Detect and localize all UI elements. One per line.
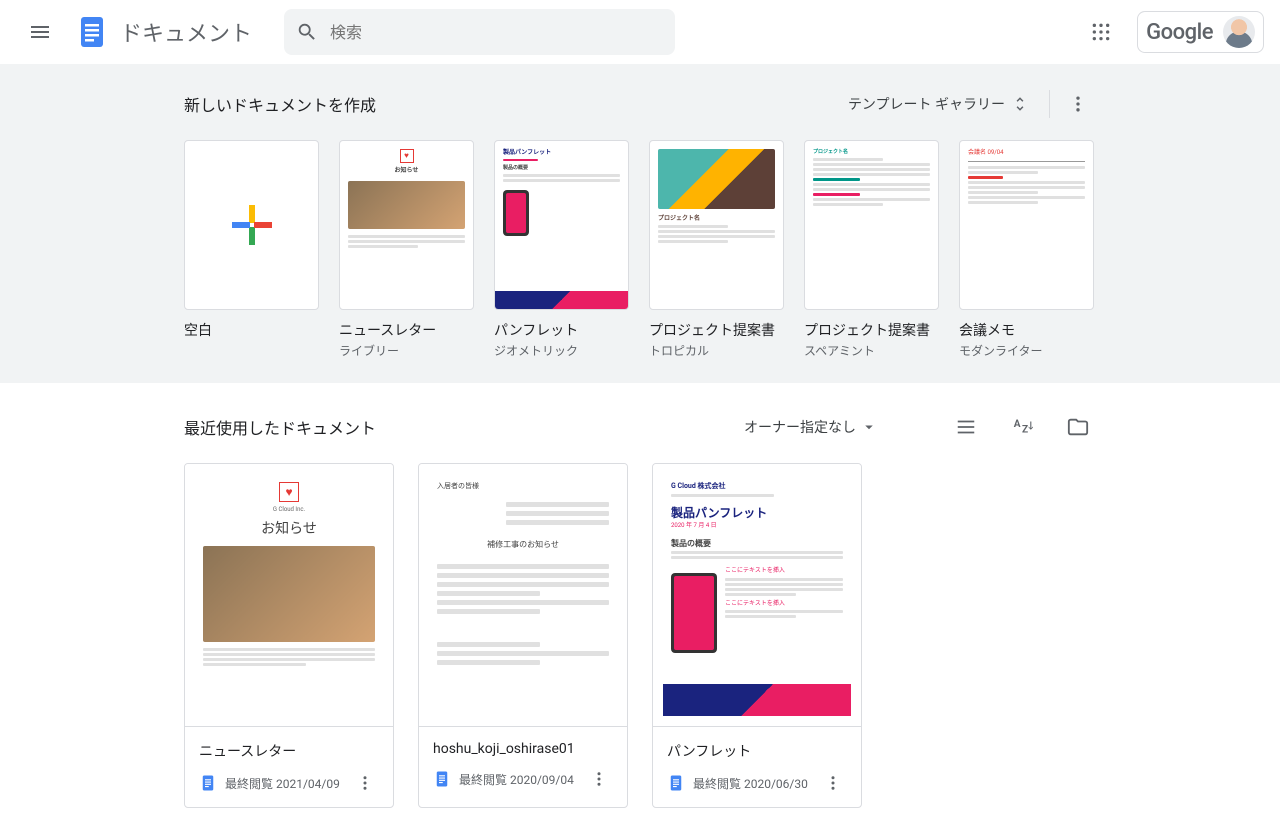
template-gallery-label: テンプレート ギャラリー (848, 94, 1005, 114)
template-title: 会議メモ (959, 320, 1094, 340)
app-title: ドキュメント (120, 16, 252, 48)
doc-title: hoshu_koji_oshirase01 (433, 741, 613, 757)
template-title: パンフレット (494, 320, 629, 340)
template-blank[interactable]: 空白 (184, 140, 319, 359)
apps-grid-icon (1091, 22, 1111, 42)
search-icon (296, 21, 318, 43)
google-apps-button[interactable] (1081, 12, 1121, 52)
account-chip[interactable]: Google (1137, 11, 1264, 53)
heart-icon: ♥ (279, 482, 299, 502)
app-logo[interactable]: ドキュメント (72, 12, 260, 52)
doc-thumb[interactable]: 入居者の皆様 補修工事のお知らせ (419, 464, 627, 727)
template-title: プロジェクト提案書 (804, 320, 939, 340)
doc-more-button[interactable] (351, 769, 379, 797)
template-thumb-blank[interactable] (184, 140, 319, 310)
template-title: ニュースレター (339, 320, 474, 340)
unfold-icon (1011, 95, 1029, 113)
template-more-button[interactable] (1060, 86, 1096, 122)
more-vert-icon (824, 774, 842, 792)
more-vert-icon (1068, 94, 1088, 114)
doc-card[interactable]: 入居者の皆様 補修工事のお知らせ hoshu_koji_oshirase01 最… (418, 463, 628, 808)
template-subtitle: スペアミント (804, 342, 939, 359)
owner-filter-dropdown[interactable]: オーナー指定なし (734, 411, 888, 443)
template-header: 新しいドキュメントを作成 テンプレート ギャラリー (184, 80, 1096, 128)
template-subtitle: ジオメトリック (494, 342, 629, 359)
template-gallery-toggle[interactable]: テンプレート ギャラリー (838, 88, 1039, 120)
doc-card[interactable]: ♥ G Cloud Inc. お知らせ ニュースレター 最終閲覧 2021/04… (184, 463, 394, 808)
recent-header: 最近使用したドキュメント オーナー指定なし AZ (184, 399, 1096, 455)
recent-doc-grid: ♥ G Cloud Inc. お知らせ ニュースレター 最終閲覧 2021/04… (184, 463, 1096, 808)
sort-button[interactable]: AZ (1004, 409, 1040, 445)
open-file-picker-button[interactable] (1060, 409, 1096, 445)
docs-icon (72, 12, 112, 52)
app-header: ドキュメント Google (0, 0, 1280, 64)
doc-more-button[interactable] (585, 765, 613, 793)
template-title: 空白 (184, 320, 319, 340)
doc-more-button[interactable] (819, 769, 847, 797)
list-view-button[interactable] (948, 409, 984, 445)
template-thumb-meeting[interactable]: 会議名 09/04 (959, 140, 1094, 310)
dropdown-icon (860, 418, 878, 436)
template-thumb-tropical[interactable]: プロジェクト名 (649, 140, 784, 310)
recent-section: 最近使用したドキュメント オーナー指定なし AZ (0, 383, 1280, 824)
template-subtitle: ライブリー (339, 342, 474, 359)
template-thumb-newsletter[interactable]: ♥ お知らせ (339, 140, 474, 310)
sort-az-icon: AZ (1011, 416, 1033, 438)
owner-filter-label: オーナー指定なし (744, 417, 856, 437)
docs-icon (433, 770, 451, 788)
list-icon (955, 416, 977, 438)
doc-thumb[interactable]: ♥ G Cloud Inc. お知らせ (185, 464, 393, 727)
template-section: 新しいドキュメントを作成 テンプレート ギャラリー 空白 (0, 64, 1280, 383)
doc-thumb[interactable]: G Cloud 株式会社 製品パンフレット 2020 年 7 月 4 日 製品の… (653, 464, 861, 727)
doc-date: 最終閲覧 2020/09/04 (459, 771, 577, 788)
heart-icon: ♥ (400, 149, 414, 163)
template-heading: 新しいドキュメントを作成 (184, 92, 838, 116)
svg-text:A: A (1014, 419, 1021, 430)
user-avatar[interactable] (1223, 16, 1255, 48)
template-tropical[interactable]: プロジェクト名 プロジェクト提案書 トロピカル (649, 140, 784, 359)
template-meeting[interactable]: 会議名 09/04 会議メモ モダンライター (959, 140, 1094, 359)
doc-title: ニュースレター (199, 741, 379, 761)
search-input[interactable] (330, 23, 663, 42)
doc-date: 最終閲覧 2021/04/09 (225, 775, 343, 792)
template-subtitle: トロピカル (649, 342, 784, 359)
template-pamphlet[interactable]: 製品パンフレット 製品の概要 パンフレット ジオメトリック (494, 140, 629, 359)
recent-heading: 最近使用したドキュメント (184, 415, 734, 439)
more-vert-icon (356, 774, 374, 792)
template-newsletter[interactable]: ♥ お知らせ ニュースレター ライブリー (339, 140, 474, 359)
google-logo-text: Google (1146, 20, 1213, 45)
doc-date: 最終閲覧 2020/06/30 (693, 775, 811, 792)
template-row: 空白 ♥ お知らせ ニュースレター ライブリー (184, 140, 1096, 359)
hamburger-icon (28, 20, 52, 44)
main-menu-button[interactable] (16, 8, 64, 56)
template-subtitle: モダンライター (959, 342, 1094, 359)
template-thumb-pamphlet[interactable]: 製品パンフレット 製品の概要 (494, 140, 629, 310)
doc-title: パンフレット (667, 741, 847, 761)
plus-icon (230, 203, 274, 247)
docs-icon (199, 774, 217, 792)
template-spearmint[interactable]: プロジェクト名 プロジェクト提案書 スペアミント (804, 140, 939, 359)
folder-icon (1067, 416, 1089, 438)
more-vert-icon (590, 770, 608, 788)
template-title: プロジェクト提案書 (649, 320, 784, 340)
docs-icon (667, 774, 685, 792)
doc-card[interactable]: G Cloud 株式会社 製品パンフレット 2020 年 7 月 4 日 製品の… (652, 463, 862, 808)
svg-text:Z: Z (1022, 425, 1028, 436)
search-container (284, 9, 675, 55)
view-toolbar: AZ (948, 409, 1096, 445)
template-thumb-spearmint[interactable]: プロジェクト名 (804, 140, 939, 310)
search-bar[interactable] (284, 9, 675, 55)
